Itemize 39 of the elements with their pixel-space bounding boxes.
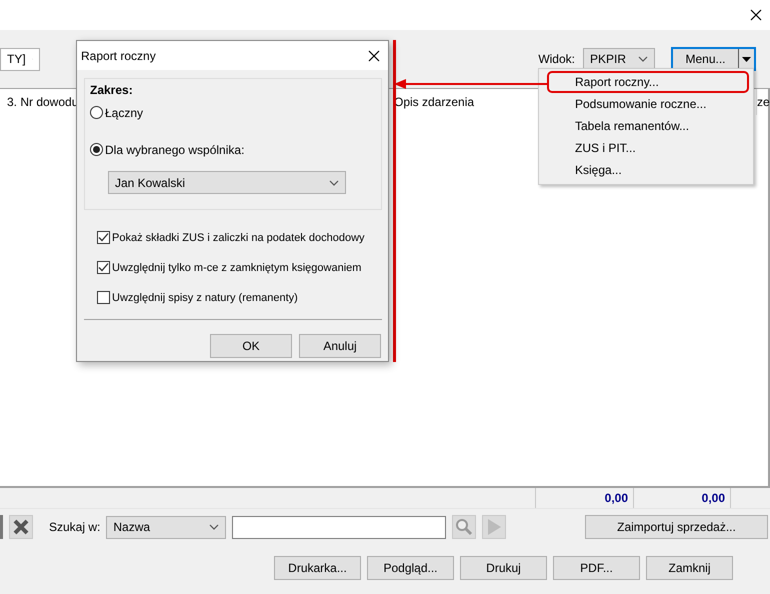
menu-item[interactable]: ZUS i PIT... [547,137,749,159]
total-value: 0,00 [535,488,633,508]
dialog-button[interactable]: Anuluj [299,334,381,358]
checkbox-option[interactable]: Pokaż składki ZUS i zaliczki na podatek dochodowy [97,226,382,249]
action-button[interactable]: PDF... [553,556,640,580]
import-sales-button[interactable]: Zaimportuj sprzedaż... [585,515,768,539]
radio-icon[interactable] [90,143,103,156]
view-label: Widok: [538,52,575,66]
radio-option[interactable]: Dla wybranego wspólnika: [90,138,375,161]
action-button[interactable]: Drukarka... [274,556,361,580]
close-icon[interactable] [750,9,762,21]
close-icon[interactable] [368,50,380,62]
partner-dropdown[interactable]: Jan Kowalski [108,171,346,194]
checkbox[interactable] [97,291,110,304]
delete-icon[interactable] [9,515,33,539]
radio-icon[interactable] [90,106,103,119]
action-button[interactable]: Podgląd... [367,556,454,580]
action-button[interactable]: Zamknij [646,556,733,580]
action-button[interactable]: Drukuj [460,556,547,580]
search-field-dropdown[interactable]: Nazwa [106,516,226,538]
checkbox[interactable] [97,261,110,274]
dialog-title: Raport roczny [81,48,156,62]
search-in-label: Szukaj w: [49,520,100,534]
menu-item[interactable]: Raport roczny... [547,71,749,93]
search-field[interactable] [232,516,446,538]
dialog-button[interactable]: OK [210,334,292,358]
filter-dropdown[interactable]: TY] [0,48,40,70]
checkbox-option[interactable]: Uwzględnij tylko m-ce z zamkniętym księgowaniem [97,256,382,279]
checkbox-option[interactable]: Uwzględnij spisy z natury (remanenty) [97,286,382,309]
checkbox[interactable] [97,231,110,244]
radio-option[interactable]: Łączny [90,101,375,124]
total-value: 0,00 [633,488,731,508]
column-header[interactable]: ze [757,95,770,109]
menu-item[interactable]: Księga... [547,159,749,181]
group-title: Zakres: [90,83,134,97]
view-dropdown[interactable]: PKPIR [583,48,655,70]
menu-item[interactable]: Tabela remanentów... [547,115,749,137]
menu-item[interactable]: Podsumowanie roczne... [547,93,749,115]
dropdown-arrow-icon [742,56,751,62]
